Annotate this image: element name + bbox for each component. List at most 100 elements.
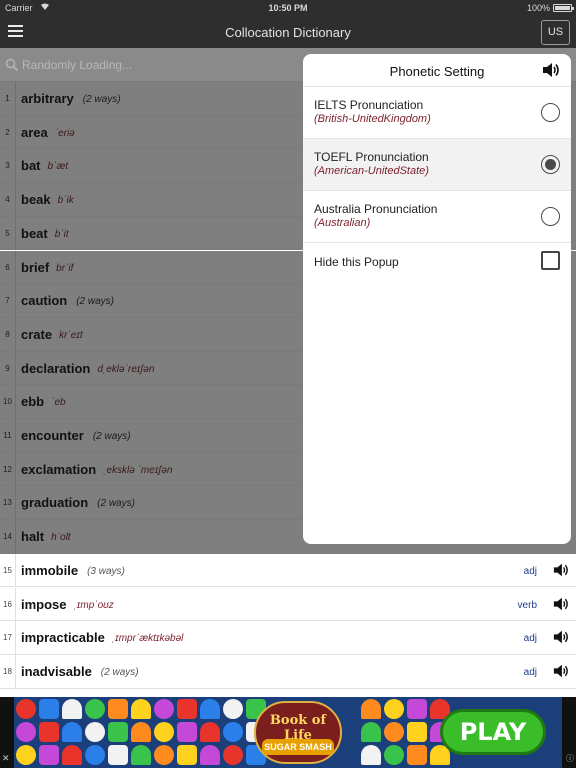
row-number: 10 xyxy=(0,385,16,418)
ad-info-icon[interactable]: ⓘ xyxy=(566,753,576,765)
locale-button[interactable]: US xyxy=(541,20,570,45)
candy-gem xyxy=(361,745,381,765)
entry-word: impracticable xyxy=(21,630,105,646)
speaker-icon[interactable] xyxy=(552,596,570,612)
row-number: 3 xyxy=(0,149,16,183)
radio-ielts[interactable] xyxy=(541,103,560,122)
candy-gem xyxy=(108,745,128,765)
status-bar: Carrier 10:50 PM 100% xyxy=(0,0,576,16)
page-title: Collocation Dictionary xyxy=(225,25,351,40)
entry-word: halt xyxy=(21,529,45,545)
option-sub: (American-UnitedState) xyxy=(314,165,429,177)
candy-gem xyxy=(223,699,243,719)
candy-gem xyxy=(39,722,59,742)
row-number: 14 xyxy=(0,520,16,553)
row-number: 4 xyxy=(0,183,16,216)
ad-play-button[interactable]: PLAY xyxy=(440,709,546,755)
speaker-icon[interactable] xyxy=(552,562,570,578)
row-number: 11 xyxy=(0,419,16,452)
search-icon xyxy=(5,58,19,72)
ad-close-icon[interactable]: ✕ xyxy=(2,753,12,765)
entry-word: declaration xyxy=(21,360,91,376)
entry-word: impose xyxy=(21,596,67,612)
row-number: 18 xyxy=(0,654,16,688)
candy-gem xyxy=(131,745,151,765)
row-number: 12 xyxy=(0,452,16,486)
entry-phonetic: ˌɪmprˈæktɪkəbəl xyxy=(111,633,184,645)
radio-australia[interactable] xyxy=(541,207,560,226)
phonetic-setting-popup: Phonetic Setting IELTS Pronunciation (Br… xyxy=(303,54,571,544)
candy-gem xyxy=(62,699,82,719)
search-input[interactable] xyxy=(22,54,292,76)
candy-gem xyxy=(223,745,243,765)
option-australia[interactable]: Australia Pronunciation (Australian) xyxy=(303,191,571,243)
option-sub: (British-UnitedKingdom) xyxy=(314,113,431,125)
candy-gem xyxy=(407,745,427,765)
entry-word: arbitrary xyxy=(21,91,74,106)
battery-icon xyxy=(553,4,574,12)
entry-part-of-speech: adj xyxy=(523,565,537,577)
candy-gem xyxy=(177,699,197,719)
candy-gem xyxy=(131,699,151,719)
entry-word: brief xyxy=(21,259,50,275)
entry-phonetic: brˈif xyxy=(56,262,74,274)
popup-header: Phonetic Setting xyxy=(303,54,571,87)
candy-gem xyxy=(384,722,404,742)
entry-word: exclamation xyxy=(21,461,97,477)
list-item[interactable]: 18 inadvisable (2 ways) adj xyxy=(0,654,576,689)
row-number: 15 xyxy=(0,553,16,587)
entry-part-of-speech: adj xyxy=(523,633,537,645)
radio-toefl[interactable] xyxy=(541,155,560,174)
option-ielts[interactable]: IELTS Pronunciation (British-UnitedKingd… xyxy=(303,87,571,139)
hide-popup-label: Hide this Popup xyxy=(314,255,399,269)
candy-gem xyxy=(361,722,381,742)
row-number: 16 xyxy=(0,587,16,621)
candy-gem xyxy=(131,722,151,742)
candy-gem xyxy=(384,745,404,765)
hide-popup-checkbox[interactable] xyxy=(541,251,560,270)
entry-ways: (2 ways) xyxy=(82,94,121,105)
row-number: 1 xyxy=(0,82,16,115)
entry-phonetic: ˈeb xyxy=(51,397,66,409)
candy-gem xyxy=(407,722,427,742)
speaker-icon[interactable] xyxy=(552,663,570,679)
candy-gem xyxy=(177,722,197,742)
entry-word: crate xyxy=(21,326,53,342)
entry-part-of-speech: verb xyxy=(517,599,537,611)
option-label: IELTS Pronunciation xyxy=(314,98,424,112)
entry-ways: (3 ways) xyxy=(87,565,125,577)
entry-phonetic: ˌeksklə ˈmeɪʃən xyxy=(103,464,173,476)
candy-gem xyxy=(154,745,174,765)
candy-gem xyxy=(16,745,36,765)
row-number: 9 xyxy=(0,351,16,385)
hide-popup-row[interactable]: Hide this Popup xyxy=(303,244,571,280)
entry-phonetic: krˈeɪt xyxy=(59,329,83,341)
ad-banner[interactable]: Book of Life SUGAR SMASH PLAY ✕ ⓘ xyxy=(0,697,576,768)
candy-gem xyxy=(200,745,220,765)
candy-gem xyxy=(16,722,36,742)
speaker-icon[interactable] xyxy=(552,629,570,645)
candy-gem xyxy=(85,699,105,719)
row-number: 17 xyxy=(0,621,16,654)
candy-gem xyxy=(223,722,243,742)
clock: 10:50 PM xyxy=(268,3,308,13)
entry-part-of-speech: adj xyxy=(523,666,537,678)
candy-gem xyxy=(62,722,82,742)
ad-logo: Book of Life SUGAR SMASH xyxy=(254,701,342,764)
battery-percent: 100% xyxy=(526,3,550,13)
entry-word: encounter xyxy=(21,428,84,443)
candy-gem xyxy=(108,699,128,719)
option-toefl[interactable]: TOEFL Pronunciation (American-UnitedStat… xyxy=(303,139,571,191)
entry-phonetic: ˌɪmpˈoʊz xyxy=(73,599,114,611)
entry-word: bat xyxy=(21,158,41,174)
entry-ways: (2 ways) xyxy=(100,666,139,678)
candy-gem xyxy=(361,699,381,719)
list-item[interactable]: 16 impose ˌɪmpˈoʊz verb xyxy=(0,587,576,622)
candy-gem xyxy=(154,699,174,719)
list-item[interactable]: 15 immobile (3 ways) adj xyxy=(0,553,576,588)
option-label: Australia Pronunciation xyxy=(314,202,438,216)
list-item[interactable]: 17 impracticable ˌɪmprˈæktɪkəbəl adj xyxy=(0,621,576,655)
speaker-icon[interactable] xyxy=(541,61,561,79)
row-number: 6 xyxy=(0,250,16,284)
entry-word: ebb xyxy=(21,394,45,410)
